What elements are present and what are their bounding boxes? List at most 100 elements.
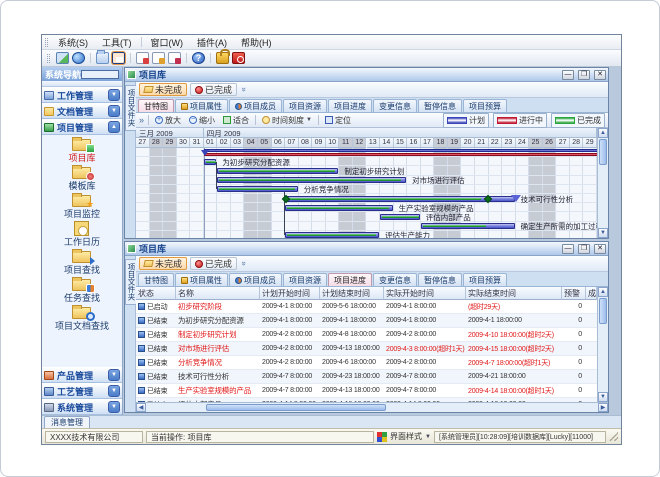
restore-button[interactable]: ❐ <box>578 70 590 80</box>
chevron-down-icon[interactable]: ▼ <box>108 89 120 101</box>
sidebar-group-系统管理[interactable]: 系统管理▼ <box>42 399 122 415</box>
table-tab-项目资源[interactable]: 项目资源 <box>283 273 327 286</box>
minimize-button[interactable]: — <box>562 70 574 80</box>
task-bar-制定初步研究计划[interactable] <box>217 168 338 174</box>
scroll-right-icon[interactable]: ▶ <box>598 403 608 412</box>
task-bar-评估生产能力[interactable] <box>285 232 379 238</box>
menu-2[interactable]: 工具(T) <box>95 35 139 50</box>
column-header-计划开始时间[interactable]: 计划开始时间 <box>260 287 320 300</box>
sidebar-item-任务查找[interactable]: 任务查找 <box>42 277 122 303</box>
side-tab-project-folders[interactable]: 项目文件夹 <box>125 82 136 238</box>
more-tools-icon[interactable]: » <box>139 115 144 125</box>
sidebar-item-模板库[interactable]: 模板库 <box>42 165 122 191</box>
close-button[interactable]: ✕ <box>594 70 606 80</box>
restore-button[interactable]: ❐ <box>578 244 590 254</box>
interface-style-icon[interactable] <box>377 432 387 442</box>
table-row[interactable]: 已结束为初步研究分配资源2009-4-1 8:00:002009-4-1 18:… <box>136 314 597 328</box>
column-header-成[interactable]: 成 <box>586 287 597 300</box>
gantt-tab-变更信息[interactable]: 变更信息 <box>373 99 417 112</box>
scroll-up-icon[interactable]: ▲ <box>598 287 608 297</box>
close-button[interactable]: ✕ <box>594 244 606 254</box>
column-header-实际开始时间[interactable]: 实际开始时间 <box>384 287 466 300</box>
gantt-filter-已完成[interactable]: 已完成 <box>190 83 237 96</box>
scrollbar-thumb[interactable] <box>599 298 607 324</box>
sidebar-item-项目文档查找[interactable]: 项目文档查找 <box>42 305 122 331</box>
scroll-left-icon[interactable]: ◀ <box>136 403 146 412</box>
summary-plan-bar[interactable] <box>204 149 597 152</box>
gantt-tab-项目资源[interactable]: 项目资源 <box>283 99 327 112</box>
sidebar-group-产品管理[interactable]: 产品管理▼ <box>42 367 122 383</box>
scroll-down-icon[interactable]: ▼ <box>598 228 608 238</box>
scrollbar-thumb[interactable] <box>206 404 386 411</box>
pin-icon[interactable] <box>81 70 119 79</box>
chevron-down-icon[interactable]: ▼ <box>108 369 120 381</box>
sidebar-item-项目库[interactable]: 项目库 <box>42 137 122 163</box>
tool-时间刻度[interactable]: 时间刻度▼ <box>260 115 314 126</box>
side-tab-project-folders[interactable]: 项目文件夹 <box>125 256 136 412</box>
table-row[interactable]: 已结束制定初步研究计划2009-4-2 8:00:002009-4-8 18:0… <box>136 328 597 342</box>
table-row[interactable]: 已结束分析竞争情况2009-4-2 8:00:002009-4-6 18:00:… <box>136 356 597 370</box>
task-bar-确定生产所需的加工过程[interactable] <box>421 223 515 229</box>
table-tab-变更信息[interactable]: 变更信息 <box>373 273 417 286</box>
table-window-titlebar[interactable]: 项目库 — ❐ ✕ <box>125 242 608 256</box>
tool-缩小[interactable]: −缩小 <box>187 115 217 126</box>
column-header-名称[interactable]: 名称 <box>176 287 260 300</box>
overflow-chevron-icon[interactable]: » <box>240 85 249 93</box>
gantt-tab-项目属性[interactable]: 项目属性 <box>175 99 228 112</box>
scroll-down-icon[interactable]: ▼ <box>598 392 608 402</box>
desktop-icon[interactable] <box>56 52 69 64</box>
column-header-计划结束时间[interactable]: 计划结束时间 <box>320 287 384 300</box>
table-vertical-scrollbar[interactable]: ▲ ▼ <box>597 287 608 402</box>
tool-放大[interactable]: +放大 <box>153 115 183 126</box>
chevron-down-icon[interactable]: ▼ <box>425 434 431 440</box>
sidebar-group-工艺管理[interactable]: 工艺管理▼ <box>42 383 122 399</box>
report-edit-icon[interactable] <box>152 52 165 64</box>
table-filter-已完成[interactable]: 已完成 <box>190 257 237 270</box>
gantt-tab-项目成员[interactable]: 项目成员 <box>229 99 282 112</box>
menu-4[interactable]: 插件(A) <box>190 35 234 50</box>
report-new-icon[interactable] <box>136 52 149 64</box>
scroll-up-icon[interactable]: ▲ <box>598 128 608 138</box>
chevron-down-icon[interactable]: ▼ <box>108 401 120 413</box>
chevron-down-icon[interactable]: ▼ <box>108 385 120 397</box>
folder-icon[interactable] <box>96 52 109 64</box>
gantt-tab-暂停信息[interactable]: 暂停信息 <box>418 99 462 112</box>
task-bar-对市场进行评估[interactable] <box>217 177 406 183</box>
resize-grip-icon[interactable] <box>609 432 618 441</box>
task-bar-技术可行性分析[interactable] <box>285 196 515 202</box>
exit-icon[interactable] <box>232 52 245 64</box>
table-tab-暂停信息[interactable]: 暂停信息 <box>418 273 462 286</box>
table-row[interactable]: 已启动初步研究阶段2009-4-1 8:00:002009-5-6 18:00:… <box>136 300 597 314</box>
menu-3[interactable]: 窗口(W) <box>144 35 191 50</box>
tool-适合[interactable]: 适合 <box>221 115 251 126</box>
sidebar-group-文档管理[interactable]: 文档管理▼ <box>42 103 122 119</box>
sidebar-item-工作日历[interactable]: 工作日历 <box>42 221 122 247</box>
minimize-button[interactable]: — <box>562 244 574 254</box>
table-tab-项目属性[interactable]: 项目属性 <box>175 273 228 286</box>
globe-icon[interactable] <box>72 52 85 64</box>
gantt-vertical-scrollbar[interactable]: ▲ ▼ <box>597 128 608 238</box>
table-row[interactable]: 已结束技术可行性分析2009-4-7 8:00:002009-4-23 18:0… <box>136 370 597 384</box>
lock-icon[interactable] <box>216 52 229 64</box>
scrollbar-thumb[interactable] <box>599 139 607 165</box>
gantt-tab-项目预算[interactable]: 项目预算 <box>463 99 507 112</box>
table-row[interactable]: 已结束对市场进行评估2009-4-2 8:00:002009-4-13 18:0… <box>136 342 597 356</box>
tab-message-management[interactable]: 消息管理 <box>44 416 90 428</box>
chevron-up-icon[interactable]: ▲ <box>108 121 120 133</box>
chevron-down-icon[interactable]: ▼ <box>108 105 120 117</box>
sidebar-item-项目查找[interactable]: 项目查找 <box>42 249 122 275</box>
save-icon[interactable] <box>112 52 125 64</box>
sidebar-item-项目监控[interactable]: 项目监控 <box>42 193 122 219</box>
gantt-tab-甘特图[interactable]: 甘特图 <box>138 99 174 112</box>
table-row[interactable]: 已结束生产实验室规模的产品2009-4-7 8:00:002009-4-13 1… <box>136 384 597 398</box>
table-horizontal-scrollbar[interactable]: ◀ ▶ <box>136 402 608 412</box>
report-delete-icon[interactable] <box>168 52 181 64</box>
table-tab-项目进度[interactable]: 项目进度 <box>328 273 372 286</box>
task-bar-评估内部产品[interactable] <box>380 214 420 220</box>
overflow-chevron-icon[interactable]: » <box>240 259 249 267</box>
help-icon[interactable] <box>192 52 205 64</box>
task-bar-分析竞争情况[interactable] <box>217 186 297 192</box>
table-filter-未完成[interactable]: 未完成 <box>139 257 187 270</box>
column-header-实际结束时间[interactable]: 实际结束时间 <box>466 287 562 300</box>
gantt-window-titlebar[interactable]: 项目库 — ❐ ✕ <box>125 68 608 82</box>
